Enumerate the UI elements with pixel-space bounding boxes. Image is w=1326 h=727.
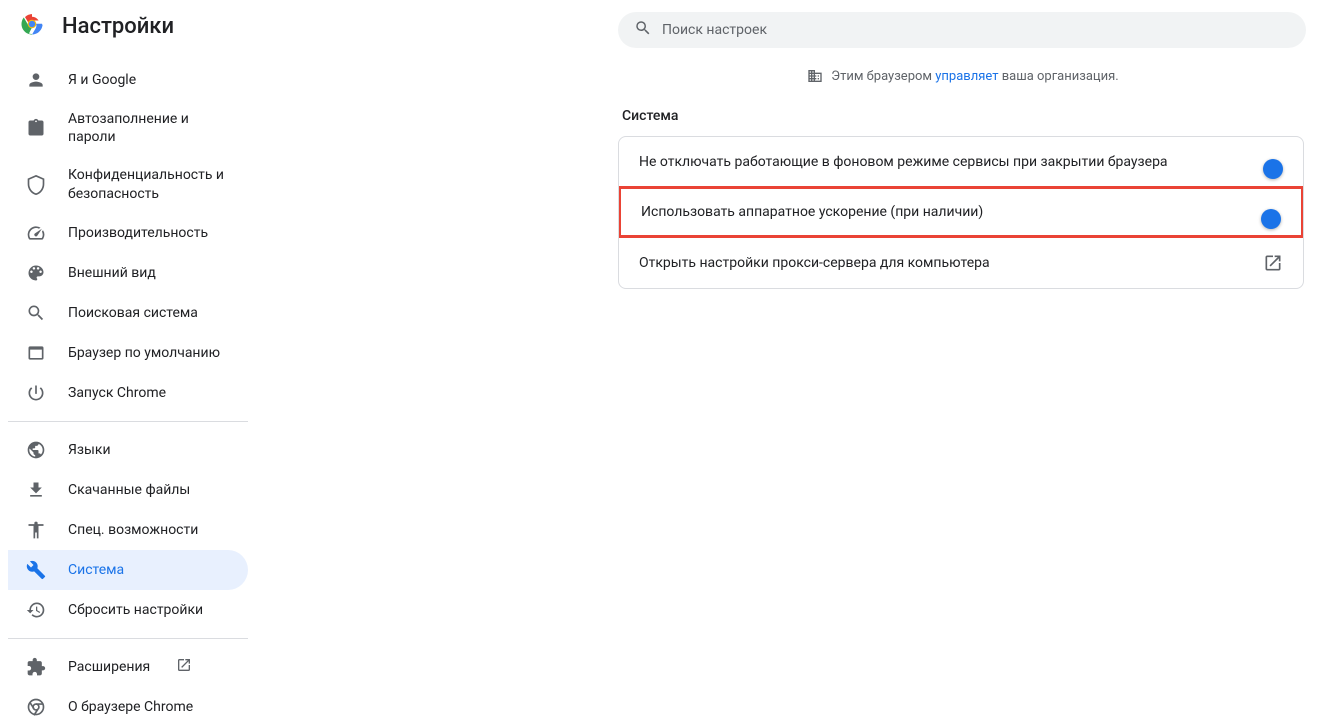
sidebar-item-wrench[interactable]: Система xyxy=(8,550,248,590)
sidebar-item-label: Производительность xyxy=(68,224,208,242)
row-label: Использовать аппаратное ускорение (при н… xyxy=(641,204,1277,220)
search-icon xyxy=(26,303,46,323)
sidebar-item-shield[interactable]: Конфиденциальность и безопасность xyxy=(8,156,248,212)
nav-divider xyxy=(8,638,248,639)
system-section: Система Не отключать работающие в фоново… xyxy=(618,108,1304,289)
sidebar: Я и Google Автозаполнение и пароли Конфиде… xyxy=(0,52,260,727)
managed-prefix: Этим браузером xyxy=(831,69,935,84)
row-label: Открыть настройки прокси-сервера для ком… xyxy=(639,255,1263,271)
sidebar-item-label: О браузере Chrome xyxy=(68,698,193,716)
settings-row: Использовать аппаратное ускорение (при н… xyxy=(618,186,1304,238)
sidebar-item-label: Языки xyxy=(68,441,111,459)
sidebar-item-download[interactable]: Скачанные файлы xyxy=(8,470,248,510)
search-icon xyxy=(634,19,652,41)
sidebar-item-window[interactable]: Браузер по умолчанию xyxy=(8,333,248,373)
section-title: Система xyxy=(618,108,1304,124)
sidebar-item-power[interactable]: Запуск Chrome xyxy=(8,373,248,413)
sidebar-item-label: Скачанные файлы xyxy=(68,481,190,499)
sidebar-item-label: Расширения xyxy=(68,658,150,676)
search-box[interactable] xyxy=(618,12,1306,48)
toggle-switch[interactable] xyxy=(1279,159,1283,165)
managed-text: Этим браузером управляет ваша организаци… xyxy=(831,69,1118,84)
sidebar-item-label: Внешний вид xyxy=(68,264,156,282)
sidebar-item-label: Спец. возможности xyxy=(68,521,198,539)
sidebar-item-palette[interactable]: Внешний вид xyxy=(8,253,248,293)
page-title: Настройки xyxy=(62,14,174,39)
managed-link[interactable]: управляет xyxy=(935,69,998,84)
wrench-icon xyxy=(26,560,46,580)
window-icon xyxy=(26,343,46,363)
accessibility-icon xyxy=(26,520,46,540)
palette-icon xyxy=(26,263,46,283)
speed-icon xyxy=(26,223,46,243)
sidebar-item-label: Я и Google xyxy=(68,71,136,89)
sidebar-item-label: Запуск Chrome xyxy=(68,384,166,402)
settings-card: Не отключать работающие в фоновом режиме… xyxy=(618,136,1304,289)
sidebar-item-person[interactable]: Я и Google xyxy=(8,60,248,100)
row-label: Не отключать работающие в фоновом режиме… xyxy=(639,154,1279,170)
chrome-logo-icon xyxy=(20,12,44,40)
sidebar-item-label: Поисковая система xyxy=(68,304,198,322)
sidebar-item-chrome[interactable]: О браузере Chrome xyxy=(8,687,248,727)
settings-row[interactable]: Открыть настройки прокси-сервера для ком… xyxy=(619,237,1303,288)
sidebar-item-accessibility[interactable]: Спец. возможности xyxy=(8,510,248,550)
launch-icon[interactable] xyxy=(1263,253,1283,273)
download-icon xyxy=(26,480,46,500)
sidebar-item-label: Конфиденциальность и безопасность xyxy=(68,166,230,202)
power-icon xyxy=(26,383,46,403)
restore-icon xyxy=(26,600,46,620)
sidebar-item-extension[interactable]: Расширения xyxy=(8,647,248,687)
chrome-icon xyxy=(26,697,46,717)
extension-icon xyxy=(26,657,46,677)
shield-icon xyxy=(26,175,46,195)
sidebar-item-label: Автозаполнение и пароли xyxy=(68,110,230,146)
sidebar-item-label: Браузер по умолчанию xyxy=(68,344,220,362)
sidebar-item-clipboard[interactable]: Автозаполнение и пароли xyxy=(8,100,248,156)
sidebar-item-speed[interactable]: Производительность xyxy=(8,213,248,253)
clipboard-icon xyxy=(26,118,46,138)
sidebar-item-globe[interactable]: Языки xyxy=(8,430,248,470)
launch-icon xyxy=(176,657,192,677)
sidebar-item-label: Сбросить настройки xyxy=(68,601,203,619)
main-content: Этим браузером управляет ваша организаци… xyxy=(260,52,1326,727)
sidebar-item-restore[interactable]: Сбросить настройки xyxy=(8,590,248,630)
search-container xyxy=(618,12,1306,48)
managed-banner: Этим браузером управляет ваша организаци… xyxy=(600,68,1326,84)
managed-suffix: ваша организация. xyxy=(998,69,1118,84)
nav-divider xyxy=(8,421,248,422)
sidebar-item-search[interactable]: Поисковая система xyxy=(8,293,248,333)
building-icon xyxy=(807,68,823,84)
person-icon xyxy=(26,70,46,90)
globe-icon xyxy=(26,440,46,460)
settings-row: Не отключать работающие в фоновом режиме… xyxy=(619,137,1303,187)
search-input[interactable] xyxy=(662,22,1290,38)
sidebar-item-label: Система xyxy=(68,561,124,579)
toggle-switch[interactable] xyxy=(1277,209,1281,215)
